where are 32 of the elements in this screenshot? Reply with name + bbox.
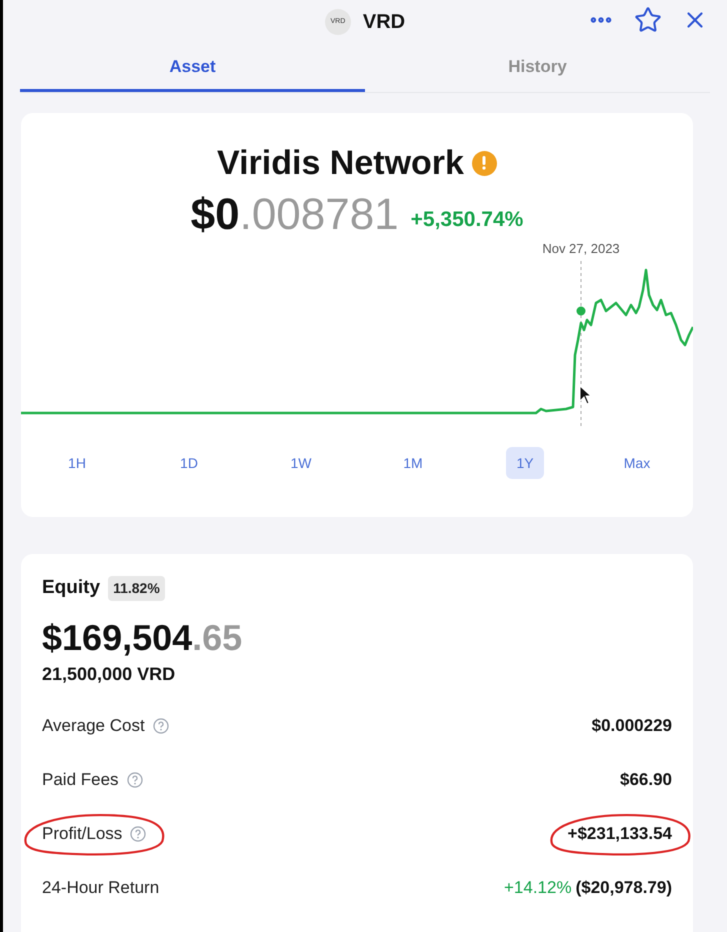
price: $0.008781 bbox=[190, 189, 399, 241]
return-percent: +14.12% bbox=[504, 876, 572, 899]
help-icon[interactable] bbox=[126, 772, 143, 788]
equity-quantity: 21,500,000 VRD bbox=[42, 662, 176, 686]
range-button[interactable]: 1Y bbox=[506, 447, 544, 479]
stat-value: $66.90 bbox=[620, 768, 672, 791]
star-icon[interactable] bbox=[634, 6, 662, 34]
stat-label: 24-Hour Return bbox=[42, 876, 160, 899]
stat-label: Average Cost bbox=[42, 714, 145, 737]
asset-name: Viridis Network bbox=[217, 143, 464, 183]
equity-value: $169,504.65 bbox=[42, 616, 244, 658]
range-button[interactable]: 1W bbox=[282, 447, 320, 479]
price-change: +5,350.74% bbox=[410, 206, 524, 232]
warning-icon[interactable] bbox=[472, 150, 497, 176]
equity-label: Equity bbox=[42, 576, 100, 600]
tab[interactable]: History bbox=[365, 44, 710, 92]
asset-symbol: VRD bbox=[362, 10, 406, 35]
range-button[interactable]: 1H bbox=[58, 447, 96, 479]
stat-label: Paid Fees bbox=[42, 768, 119, 791]
stat-value: +$231,133.54 bbox=[568, 822, 672, 845]
tab[interactable]: Asset bbox=[20, 44, 365, 92]
help-icon[interactable] bbox=[152, 718, 169, 734]
range-button[interactable]: 1D bbox=[170, 447, 208, 479]
hover-date: Nov 27, 2023 bbox=[542, 240, 620, 258]
range-button[interactable]: Max bbox=[618, 447, 656, 479]
equity-share-badge: 11.82% bbox=[108, 576, 165, 601]
stat-value: ($20,978.79) bbox=[576, 876, 672, 899]
stat-value: $0.000229 bbox=[592, 714, 672, 737]
cursor-icon bbox=[579, 385, 593, 405]
stat-label: Profit/Loss bbox=[42, 822, 122, 845]
range-button[interactable]: 1M bbox=[394, 447, 432, 479]
help-icon[interactable] bbox=[130, 826, 146, 842]
